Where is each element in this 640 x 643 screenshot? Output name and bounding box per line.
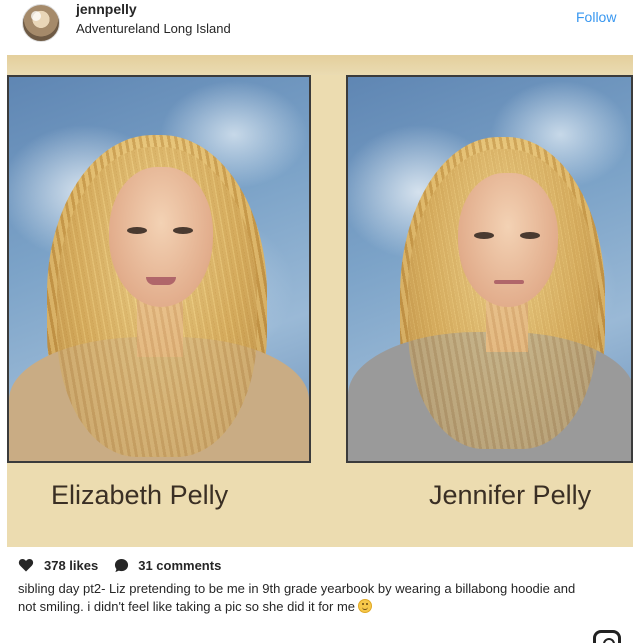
- yearbook-page-edge: [7, 55, 633, 75]
- comment-bubble-icon[interactable]: [114, 558, 129, 573]
- yearbook-name-right: Jennifer Pelly: [429, 480, 592, 510]
- portrait-right: [346, 75, 633, 463]
- username-link[interactable]: jennpelly: [76, 1, 137, 17]
- follow-button[interactable]: Follow: [576, 9, 616, 25]
- instagram-camera-icon: [593, 630, 621, 643]
- location-link[interactable]: Adventureland Long Island: [76, 21, 231, 36]
- upside-down-face-emoji-icon: [358, 599, 373, 613]
- caption-text: sibling day pt2- Liz pretending to be me…: [18, 581, 576, 614]
- portrait-left: [7, 75, 311, 463]
- post-actions: 378 likes 31 comments: [18, 556, 221, 574]
- profile-avatar[interactable]: [22, 4, 60, 42]
- comments-count[interactable]: 31 comments: [138, 558, 221, 573]
- heart-icon[interactable]: [18, 557, 34, 573]
- likes-count[interactable]: 378 likes: [44, 558, 98, 573]
- post-header: jennpelly Adventureland Long Island Foll…: [0, 0, 640, 52]
- post-photo[interactable]: Elizabeth Pelly Jennifer Pelly: [7, 55, 633, 547]
- post-caption: sibling day pt2- Liz pretending to be me…: [18, 580, 578, 616]
- yearbook-name-left: Elizabeth Pelly: [51, 480, 229, 510]
